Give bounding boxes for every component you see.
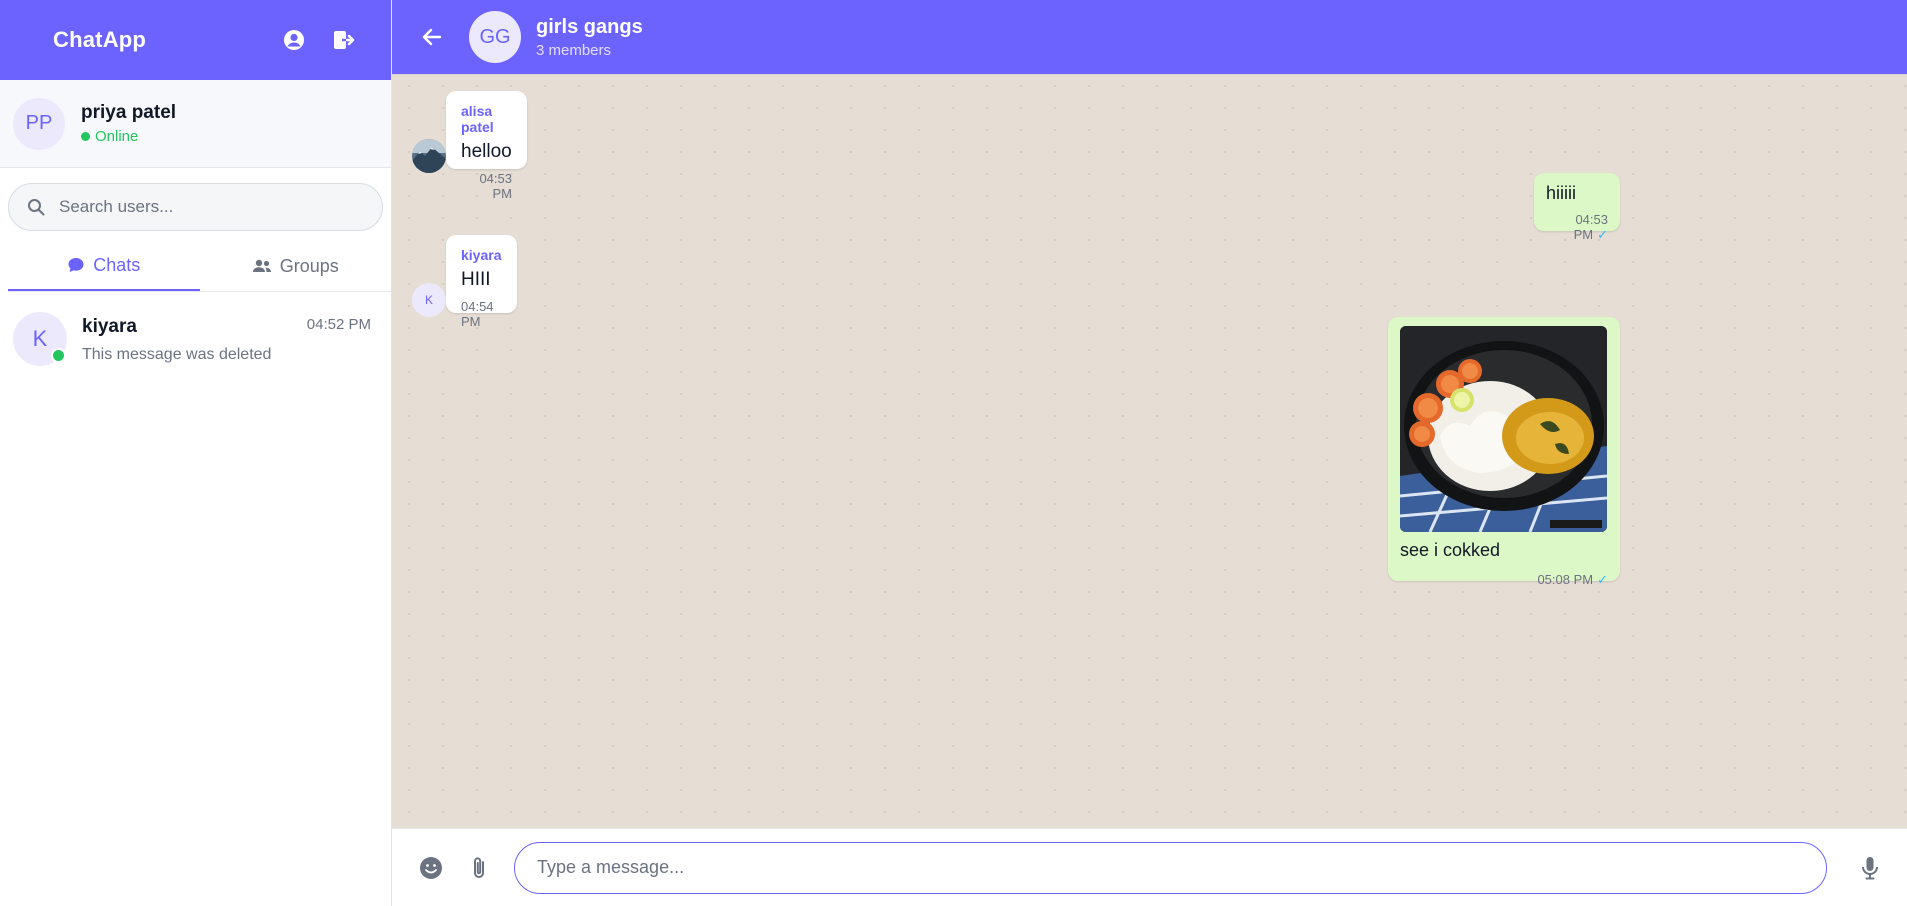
status-text: Online: [95, 128, 139, 145]
message-list: alisa patel helloo 04:53 PM hiiiii 04:53…: [392, 74, 1907, 828]
message-incoming: alisa patel helloo 04:53 PM: [446, 91, 527, 201]
message-text: HIII: [461, 269, 491, 290]
message-time: 04:54 PM: [461, 299, 494, 329]
tab-chats-label: Chats: [93, 254, 141, 275]
sent-check-icon: ✓: [1597, 227, 1608, 242]
tab-bar: Chats Groups: [8, 241, 391, 292]
status-badge: Online: [81, 128, 176, 145]
list-item[interactable]: K kiyara 04:52 PM This message was delet…: [0, 292, 391, 382]
sidebar-header: ChatApp: [0, 0, 391, 80]
message-text: hiiiii: [1546, 183, 1577, 203]
group-members: 3 members: [536, 41, 612, 59]
message-outgoing: hiiiii 04:53 PM ✓: [1534, 173, 1620, 242]
tab-chats[interactable]: Chats: [8, 241, 200, 291]
search-icon: [28, 199, 45, 216]
microphone-icon[interactable]: [1855, 853, 1885, 883]
sidebar: ChatApp PP priya patel Online Search use…: [0, 0, 392, 906]
message-text: see i cokked: [1400, 540, 1501, 560]
logout-icon[interactable]: [331, 27, 357, 53]
message-time: 05:08 PM ✓: [1400, 572, 1608, 588]
conversation-header: GG girls gangs 3 members: [392, 0, 1907, 74]
message-input[interactable]: [535, 856, 1806, 879]
users-icon: [252, 259, 271, 272]
message-composer: [392, 828, 1907, 906]
message-input-box: [514, 841, 1827, 894]
food-photo[interactable]: [1400, 326, 1607, 532]
avatar: K: [13, 312, 67, 366]
online-indicator-icon: [51, 348, 66, 363]
message-text: helloo: [461, 141, 512, 162]
emoji-icon[interactable]: [416, 853, 446, 883]
online-dot-icon: [81, 132, 90, 141]
avatar-initial: K: [424, 293, 433, 307]
group-avatar: GG: [469, 11, 521, 63]
sent-check-icon: ✓: [1597, 572, 1608, 587]
search-wrapper: [0, 168, 391, 241]
avatar: K: [412, 283, 446, 317]
message-sender: kiyara: [461, 247, 502, 263]
tab-groups[interactable]: Groups: [200, 241, 392, 291]
search-box: [8, 183, 383, 231]
message-time-label: 05:08 PM: [1537, 572, 1594, 587]
tab-groups-label: Groups: [279, 255, 339, 276]
chat-last-message: This message was deleted: [82, 346, 272, 363]
message-incoming: kiyara HIII 04:54 PM: [446, 235, 517, 329]
group-name: girls gangs: [536, 15, 643, 38]
message-time: 04:53 PM: [479, 171, 512, 201]
avatar-initial: K: [32, 326, 48, 351]
app-title: ChatApp: [53, 27, 147, 52]
message-time: 04:53 PM ✓: [1546, 212, 1608, 243]
attachment-icon[interactable]: [464, 853, 494, 883]
app-root: ChatApp PP priya patel Online Search use…: [0, 0, 1907, 906]
message-sender: alisa patel: [461, 103, 494, 135]
avatar: PP: [13, 97, 65, 150]
current-user-name: priya patel: [81, 102, 177, 123]
chat-bubble-icon: [68, 258, 84, 272]
profile-icon[interactable]: [281, 27, 307, 53]
chat-time: 04:52 PM: [306, 316, 371, 333]
current-user: PP priya patel Online: [0, 80, 391, 168]
header-actions: [281, 27, 357, 53]
photo-avatar: [412, 139, 446, 173]
back-arrow-icon[interactable]: [416, 21, 448, 53]
conversation-panel: GG girls gangs 3 members alisa patel hel…: [392, 0, 1907, 906]
message-outgoing: see i cokked 05:08 PM ✓: [1388, 317, 1620, 587]
chat-name: kiyara: [82, 316, 137, 337]
search-input[interactable]: [57, 196, 361, 218]
